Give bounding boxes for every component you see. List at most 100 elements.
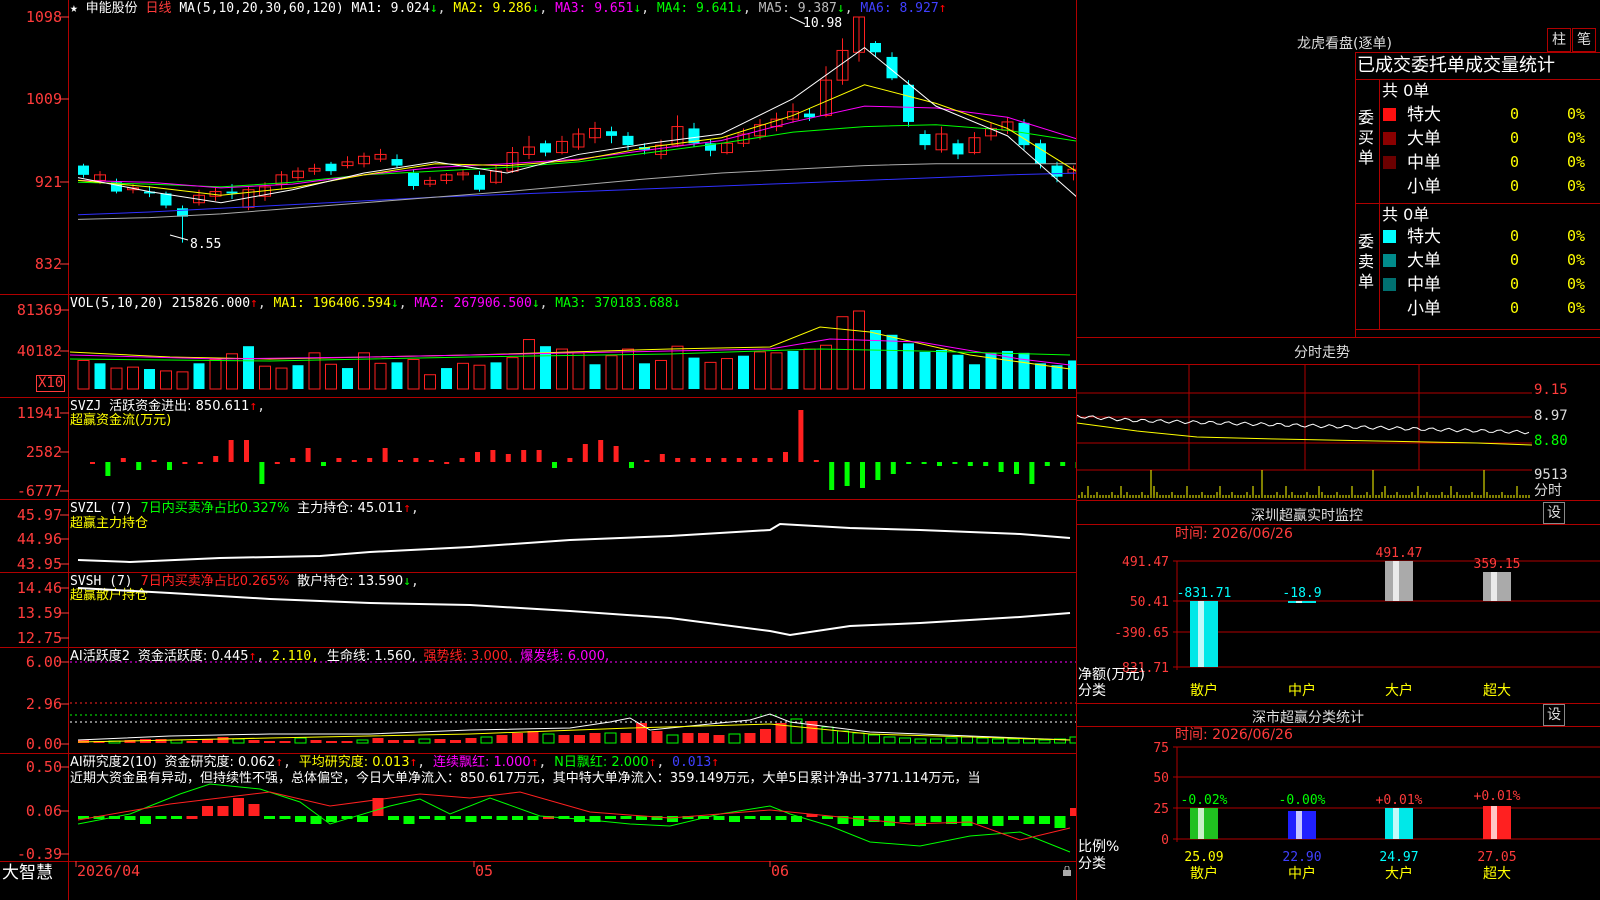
ai2-bar	[744, 816, 756, 819]
svsh-chart[interactable]	[70, 573, 1076, 647]
volume-bar	[259, 365, 271, 390]
ai1-bar	[326, 741, 337, 743]
ai1-bar	[558, 735, 570, 743]
svzj-bar	[428, 460, 434, 462]
svzj-bar	[967, 462, 973, 466]
ai2-bar	[217, 806, 229, 816]
candlestick-chart[interactable]	[70, 0, 1076, 294]
ai2-bar	[465, 816, 477, 822]
volume-bar	[969, 364, 980, 389]
volume-bar	[176, 371, 189, 390]
ai2-bar	[171, 816, 182, 819]
svzj-bar	[351, 460, 357, 462]
svzl-tick: 43.95	[16, 555, 62, 573]
ai2-bar	[992, 816, 1004, 826]
svzj-bar	[906, 462, 912, 464]
lock-icon[interactable]	[1062, 866, 1072, 876]
svzj-chart[interactable]	[70, 398, 1076, 498]
ai1-bar	[574, 735, 585, 743]
category-label: 散户	[1190, 682, 1218, 699]
svzj-bar	[505, 454, 511, 462]
ai-research-chart[interactable]	[70, 754, 1076, 860]
ai2-bar	[310, 816, 322, 824]
ai1-bar	[666, 734, 679, 744]
ai1-bar	[527, 731, 539, 743]
ai-activity-chart[interactable]	[70, 648, 1076, 753]
volume-chart[interactable]	[70, 297, 1076, 397]
sell-total: 共 0单	[1382, 205, 1430, 224]
svsh-tick: 12.75	[16, 629, 62, 647]
legend-swatch	[1383, 254, 1396, 267]
classify-bar-chart[interactable]: 75 50 25 0 -0.02% 散户25.09 -0.00% 中户22.90 +0.01% 大…	[1077, 740, 1600, 900]
bar-value-label: -0.00%	[1279, 793, 1326, 808]
volume-bar	[374, 362, 387, 390]
svzj-bar	[552, 462, 557, 468]
bar-highlight	[1491, 806, 1497, 839]
svzj-bar	[829, 462, 835, 490]
main-chart-area[interactable]: 1098 1009 921 832 81369 40182 X10 11941 …	[0, 0, 1077, 900]
monitor-bar-chart[interactable]: 491.4750.41-390.65-831.71-831.71散户-18.9中…	[1077, 540, 1600, 700]
svzj-bar	[998, 462, 1004, 472]
ai2-bar	[186, 816, 198, 819]
volume-bar	[490, 362, 502, 389]
lhb-line	[1355, 79, 1600, 80]
ai2-bar	[977, 816, 988, 824]
svzj-tick: -6777	[16, 482, 62, 500]
svzj-bar	[259, 462, 265, 484]
ai1-tick: 6.00	[25, 653, 62, 671]
buy-row-name: 小单	[1407, 177, 1441, 197]
svzj-bar	[521, 450, 527, 462]
svzl-chart[interactable]	[70, 500, 1076, 572]
svzj-bar	[336, 458, 342, 462]
ai2-bar	[512, 816, 523, 820]
classify-settings-button[interactable]: 设	[1543, 704, 1565, 726]
ai1-bar	[728, 733, 741, 744]
tab-tick[interactable]: 笔	[1572, 28, 1596, 52]
sell-row-name: 中单	[1407, 275, 1441, 295]
ai2-bar	[140, 816, 151, 824]
sell-row-count: 0	[1510, 275, 1520, 293]
svzj-bar	[182, 462, 188, 464]
price-tick: 921	[34, 173, 62, 191]
intraday-chart[interactable]	[1077, 365, 1532, 499]
ai2-bar	[326, 816, 337, 822]
svzj-bar	[536, 450, 542, 462]
ai2-bar	[202, 806, 213, 816]
legend-swatch	[1383, 132, 1396, 145]
bar-highlight	[1393, 808, 1399, 839]
svzj-bar	[644, 460, 650, 462]
monitor-settings-button[interactable]: 设	[1543, 502, 1565, 524]
legend-swatch	[1383, 108, 1396, 121]
volume-bar	[144, 369, 155, 389]
ai2-bar	[729, 816, 740, 822]
candle-body	[391, 159, 403, 166]
lhb-line	[1355, 203, 1600, 204]
ai2-bar	[233, 798, 244, 816]
svzl-line	[77, 522, 1071, 564]
low-pointer	[169, 234, 189, 241]
buy-row-count: 0	[1510, 153, 1520, 171]
ai1-bar	[418, 738, 431, 744]
ai2-bar	[605, 816, 616, 819]
ai2-bar	[155, 816, 167, 819]
ai2-bar	[1023, 816, 1035, 824]
bar-highlight	[1296, 811, 1302, 839]
svzj-bar	[752, 458, 758, 462]
candle-body	[606, 131, 617, 136]
panel-divider	[0, 294, 1077, 295]
volume-bar	[391, 362, 403, 389]
volume-bar	[721, 358, 733, 390]
ai1-bar	[372, 738, 384, 743]
svzj-bar	[367, 458, 373, 462]
svzj-bar	[444, 462, 450, 464]
intraday-title: 分时走势	[1294, 345, 1350, 361]
volume-bar	[572, 352, 585, 390]
ai1-bar	[1069, 736, 1076, 744]
svzj-bar	[151, 460, 157, 462]
ai1-bar	[465, 738, 477, 743]
intraday-unit: 分时	[1534, 483, 1562, 499]
ai2-bar	[434, 816, 446, 820]
volume-bar	[441, 368, 452, 389]
ai2-bar	[1054, 816, 1066, 828]
tab-column[interactable]: 柱	[1547, 28, 1571, 52]
